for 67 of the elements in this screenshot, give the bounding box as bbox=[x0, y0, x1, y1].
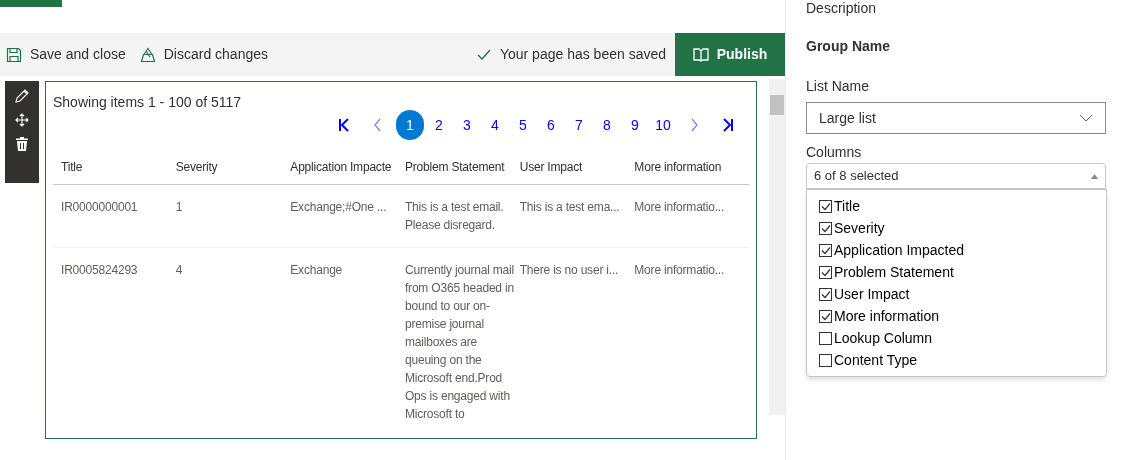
page-number[interactable]: 2 bbox=[426, 110, 452, 140]
table-cell-text: IR0000000001 bbox=[61, 199, 139, 216]
checkbox[interactable] bbox=[819, 221, 832, 235]
caret-up-icon bbox=[1091, 173, 1098, 179]
publish-button[interactable]: Publish bbox=[675, 33, 785, 76]
column-option[interactable]: Problem Statement bbox=[819, 261, 1106, 283]
checkbox[interactable] bbox=[819, 243, 832, 257]
chevron-down-icon bbox=[1079, 114, 1093, 122]
table-cell-text: 1 bbox=[175, 199, 184, 216]
move-icon[interactable] bbox=[15, 113, 29, 127]
checkbox[interactable] bbox=[819, 287, 832, 301]
table-cell-text: More informatio... bbox=[634, 199, 726, 216]
table-cell-text: This is a test email. Please disregard. bbox=[404, 199, 505, 234]
page-number[interactable]: 9 bbox=[622, 110, 648, 140]
field-label: List Name bbox=[806, 77, 871, 96]
page-number[interactable]: 3 bbox=[454, 110, 480, 140]
page-number[interactable]: 8 bbox=[594, 110, 620, 140]
checkbox[interactable] bbox=[819, 331, 832, 345]
column-option[interactable]: Application Impacted bbox=[819, 239, 1106, 261]
save-and-close-button[interactable]: Save and close bbox=[0, 33, 132, 76]
column-header[interactable]: Problem Statement bbox=[405, 158, 520, 176]
column-option[interactable]: Content Type bbox=[819, 349, 1106, 371]
table-cell-text: This is a test ema... bbox=[519, 199, 621, 216]
page-number[interactable]: 5 bbox=[510, 110, 536, 140]
table-cell-text: Exchange;#One ... bbox=[290, 199, 388, 216]
page-number[interactable]: 10 bbox=[650, 110, 676, 140]
table-cell-text: Exchange bbox=[290, 262, 344, 279]
column-option[interactable]: Title bbox=[819, 195, 1106, 217]
page-number[interactable]: 6 bbox=[538, 110, 564, 140]
trash-icon[interactable] bbox=[16, 137, 28, 151]
checkbox[interactable] bbox=[819, 265, 832, 279]
last-page-icon[interactable] bbox=[722, 118, 734, 132]
top-accent-bar bbox=[0, 0, 62, 7]
table-cell-text: There is no user i... bbox=[519, 262, 620, 279]
checkbox[interactable] bbox=[819, 199, 832, 213]
items-summary-text: Showing items 1 - 100 of 5117 bbox=[53, 93, 243, 112]
page-number[interactable]: 7 bbox=[566, 110, 592, 140]
columns-dropdown[interactable]: 6 of 8 selected bbox=[806, 163, 1106, 189]
field-label: Columns bbox=[806, 143, 863, 162]
save-status-text: Your page has been saved bbox=[499, 45, 666, 64]
save-icon bbox=[6, 46, 22, 63]
group-name-heading: Group Name bbox=[806, 37, 891, 56]
discard-icon bbox=[139, 46, 156, 63]
list-name-dropdown[interactable]: Large list bbox=[806, 102, 1106, 134]
column-option[interactable]: User Impact bbox=[819, 283, 1106, 305]
column-header[interactable]: Severity bbox=[175, 158, 291, 176]
column-header[interactable]: More information bbox=[634, 158, 750, 176]
column-option[interactable]: More information bbox=[819, 305, 1106, 327]
book-icon bbox=[692, 47, 709, 62]
table-cell-text: 4 bbox=[175, 262, 184, 279]
checkmark-icon bbox=[476, 48, 491, 61]
column-header[interactable]: Application Impacte bbox=[290, 158, 405, 176]
table-cell-text: More informatio... bbox=[634, 262, 726, 279]
first-page-icon[interactable] bbox=[338, 118, 350, 132]
page-number[interactable]: 4 bbox=[482, 110, 508, 140]
column-option[interactable]: Lookup Column bbox=[819, 327, 1106, 349]
column-option[interactable]: Severity bbox=[819, 217, 1106, 239]
table-cell-text: Currently journal mail from O365 headed in bound to our on-premise journal mailboxes are queuing on the Microsoft end.Prod Ops is engaged with Microsoft to bbox=[404, 262, 515, 423]
checkbox[interactable] bbox=[819, 309, 832, 323]
field-label: Description bbox=[806, 0, 878, 16]
table-cell-text: IR0005824293 bbox=[61, 262, 139, 279]
pencil-icon[interactable] bbox=[15, 89, 29, 103]
column-header[interactable]: User Impact bbox=[519, 158, 635, 176]
page-number[interactable]: 1 bbox=[396, 110, 424, 140]
discard-changes-button[interactable]: Discard changes bbox=[131, 33, 276, 76]
checkbox[interactable] bbox=[819, 353, 832, 367]
column-header[interactable]: Title bbox=[61, 158, 176, 176]
